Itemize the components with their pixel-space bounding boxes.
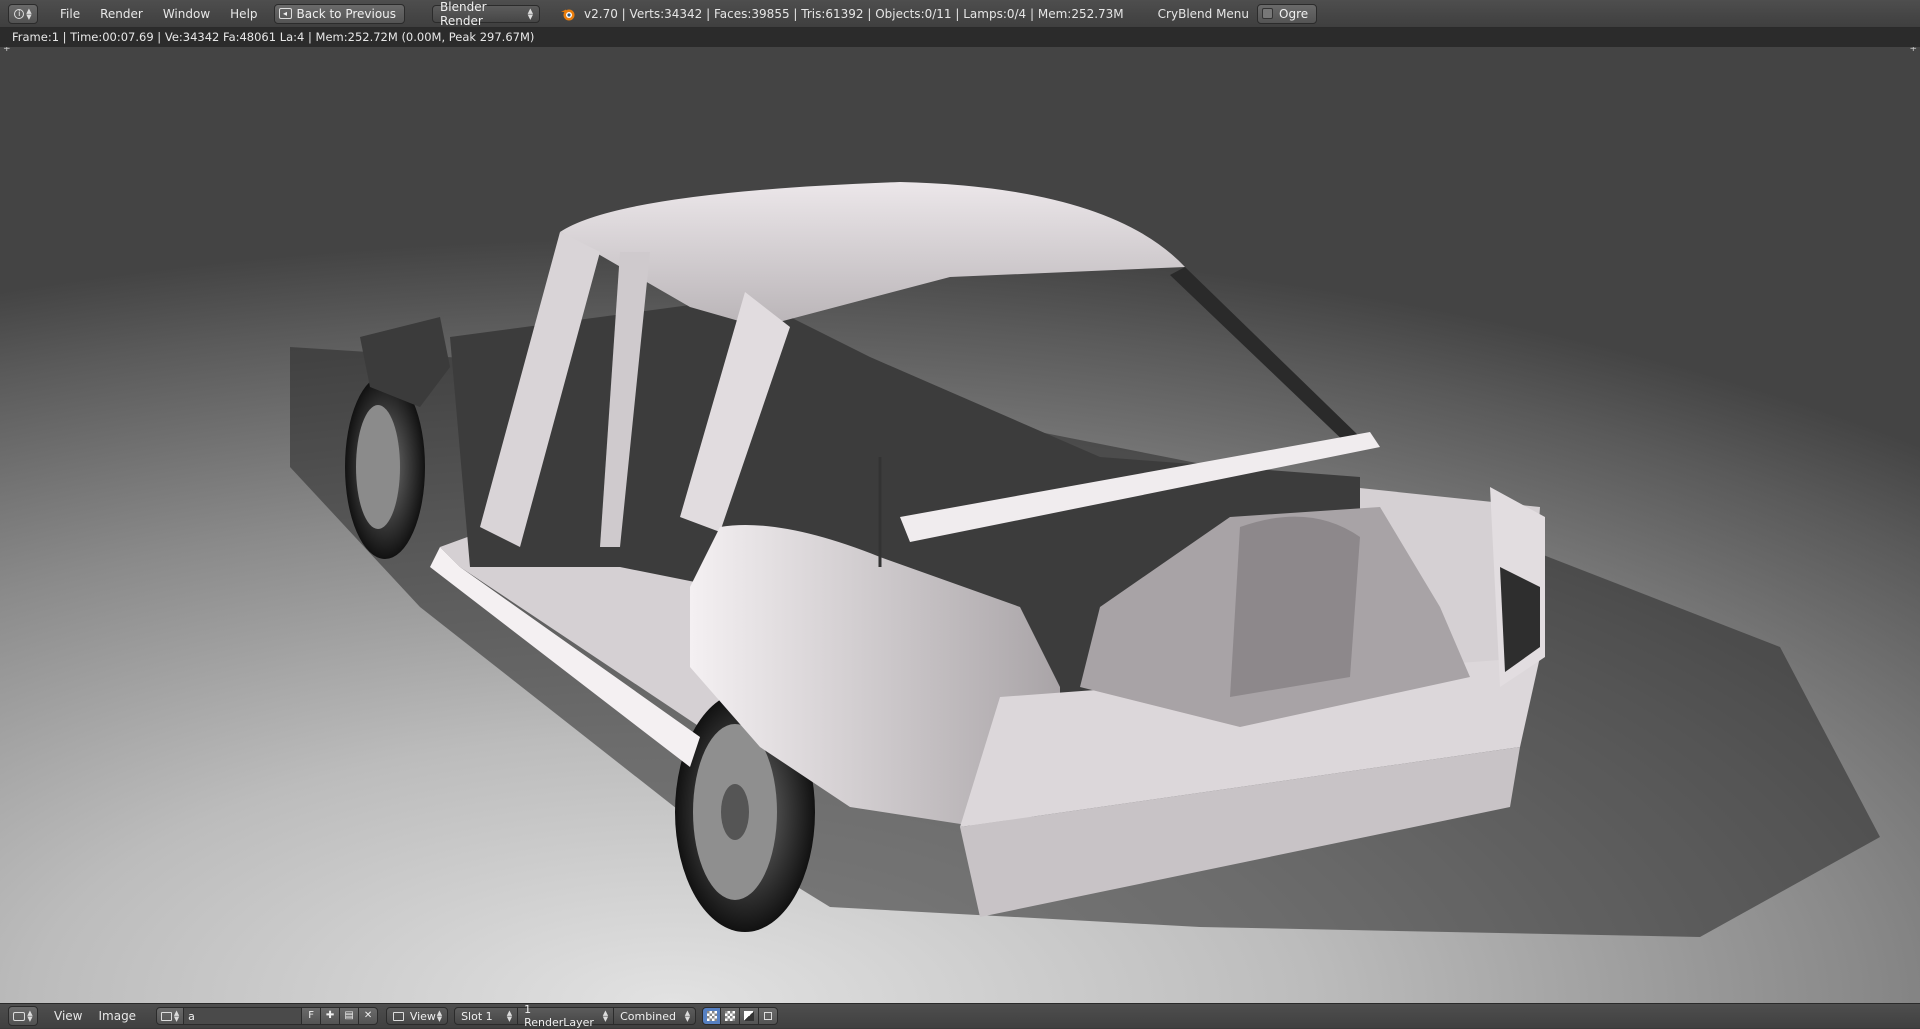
info-icon: i xyxy=(14,8,25,19)
image-name-field[interactable] xyxy=(184,1007,303,1025)
image-editor-header: ▲▼ View Image ▲▼ F ✚ ▤ ✕ View ▲▼ Slot 1 … xyxy=(0,1003,1920,1029)
updown-arrows-icon: ▲ ▼ xyxy=(173,1009,180,1023)
rendered-car-image xyxy=(290,182,1880,937)
area-split-corner[interactable]: + xyxy=(1909,47,1917,54)
color-alpha-toggle[interactable] xyxy=(702,1007,722,1025)
zbuffer-icon xyxy=(744,1011,755,1021)
editor-type-selector[interactable]: ▲ ▼ xyxy=(8,1006,38,1026)
render-engine-value: Blender Render xyxy=(440,0,487,28)
open-image-icon[interactable]: ▤ xyxy=(340,1007,360,1025)
render-status-line: Frame:1 | Time:00:07.69 | Ve:34342 Fa:48… xyxy=(0,28,1920,47)
ogre-label: Ogre xyxy=(1279,6,1309,21)
close-image-icon[interactable]: ✕ xyxy=(359,1007,379,1025)
updown-arrows-icon: ▲ ▼ xyxy=(506,1009,513,1023)
view-mode-icon xyxy=(393,1011,405,1021)
cryblend-menu[interactable]: CryBlend Menu xyxy=(1158,7,1249,21)
alpha-icon xyxy=(725,1011,736,1021)
back-icon: ◂ xyxy=(278,8,292,19)
updown-arrows-icon: ▲ ▼ xyxy=(527,6,534,21)
updown-arrows-icon: ▲ ▼ xyxy=(684,1009,691,1023)
render-pass-select[interactable]: Combined ▲ ▼ xyxy=(614,1007,697,1025)
view-mode-value: View xyxy=(409,1009,436,1023)
updown-arrows-icon: ▲ ▼ xyxy=(436,1009,443,1023)
main-menu: File Render Window Help xyxy=(50,7,268,21)
draw-channels-icon xyxy=(706,1011,717,1021)
updown-arrows-icon: ▲ ▼ xyxy=(602,1009,609,1023)
render-layer-select[interactable]: 1 RenderLayer ▲ ▼ xyxy=(518,1003,615,1029)
image-editor-icon xyxy=(13,1011,26,1021)
image-browse-icon xyxy=(160,1011,172,1021)
render-engine-select[interactable]: Blender Render ▲ ▼ xyxy=(432,0,541,28)
editor-type-selector[interactable]: i ▲ ▼ xyxy=(8,3,38,24)
ogre-checkbox[interactable] xyxy=(1262,8,1274,19)
car-roof xyxy=(560,182,1185,327)
zbuffer-toggle[interactable] xyxy=(740,1007,760,1025)
render-pass-value: Combined xyxy=(620,1009,676,1023)
back-to-previous-button[interactable]: ◂ Back to Previous xyxy=(273,3,406,24)
fake-user-button[interactable]: F xyxy=(302,1007,322,1025)
updown-arrows-icon: ▲ ▼ xyxy=(26,6,32,21)
add-image-icon[interactable]: ✚ xyxy=(321,1007,341,1025)
scene-statistics: v2.70 | Verts:34342 | Faces:39855 | Tris… xyxy=(584,6,1124,21)
view-mode-select[interactable]: View ▲ ▼ xyxy=(386,1007,449,1025)
channels-toggle[interactable] xyxy=(759,1007,779,1025)
menu-image[interactable]: Image xyxy=(90,1009,144,1023)
render-slot-group: Slot 1 ▲ ▼ 1 RenderLayer ▲ ▼ Combined ▲ ▼ xyxy=(454,1003,697,1029)
info-header: i ▲ ▼ File Render Window Help ◂ Back to P… xyxy=(0,0,1920,28)
back-to-previous-label: Back to Previous xyxy=(296,6,397,21)
menu-render[interactable]: Render xyxy=(90,7,153,21)
updown-arrows-icon: ▲ ▼ xyxy=(27,1009,33,1023)
slot-select[interactable]: Slot 1 ▲ ▼ xyxy=(454,1007,519,1025)
menu-view[interactable]: View xyxy=(46,1009,90,1023)
image-editor-menu: View Image xyxy=(46,1009,144,1023)
render-result-viewport[interactable]: + + xyxy=(0,47,1920,1003)
menu-file[interactable]: File xyxy=(50,7,90,21)
alpha-toggle[interactable] xyxy=(721,1007,741,1025)
menu-window[interactable]: Window xyxy=(153,7,220,21)
render-layer-value: 1 RenderLayer xyxy=(524,1003,594,1029)
blender-logo-icon xyxy=(561,9,575,20)
channels-icon xyxy=(764,1012,773,1020)
ogre-toggle[interactable]: Ogre xyxy=(1257,3,1318,24)
menu-help[interactable]: Help xyxy=(220,7,267,21)
draw-channels-toggles xyxy=(702,1007,779,1025)
slot-value: Slot 1 xyxy=(461,1009,493,1023)
area-split-corner[interactable]: + xyxy=(3,47,11,54)
image-datablock-selector: ▲▼ F ✚ ▤ ✕ xyxy=(156,1007,379,1025)
image-browse-button[interactable]: ▲ ▼ xyxy=(156,1007,185,1025)
